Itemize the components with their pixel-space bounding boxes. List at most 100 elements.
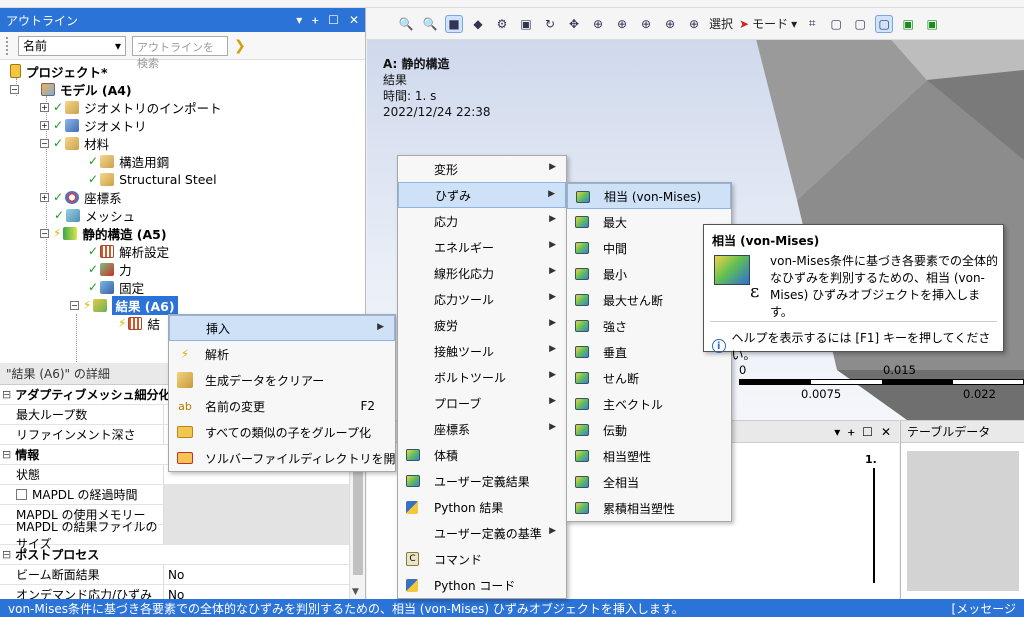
zoom-icon[interactable]: ⊕: [589, 15, 607, 33]
select-body-icon[interactable]: ■: [445, 14, 463, 33]
rotate-icon[interactable]: ↻: [541, 15, 559, 33]
magnifier-icon[interactable]: ⊕: [661, 15, 679, 33]
tooltip: 相当 (von-Mises) ε von-Mises条件に基づき各要素での全体的…: [703, 224, 1004, 362]
zoom-box-icon[interactable]: ⊕: [613, 15, 631, 33]
tree-item-static-structural[interactable]: − ⚡ 静的構造 (A5): [40, 224, 167, 242]
menu-item-deformation[interactable]: 変形 ▶: [398, 156, 566, 182]
select-vertex-icon[interactable]: ⌗: [803, 15, 821, 33]
menu-item-vector-principal[interactable]: 主ベクトル: [567, 391, 731, 417]
pin-icon[interactable]: ᚐ: [848, 425, 854, 439]
menu-item-commands[interactable]: C コマンド: [398, 546, 566, 572]
pin-icon[interactable]: ᚐ: [312, 13, 318, 27]
tree-item-solution-info[interactable]: ⚡ 結: [118, 314, 160, 332]
collapse-icon[interactable]: −: [10, 84, 19, 94]
status-message: von-Mises条件に基づき各要素での全体的なひずみを判別するための、相当 (…: [8, 601, 684, 616]
close-icon[interactable]: ✕: [349, 13, 359, 27]
menu-item-stress-tool[interactable]: 応力ツール ▶: [398, 286, 566, 312]
tree-item-force[interactable]: ✓ 力: [88, 260, 132, 278]
menu-item-linearized-stress[interactable]: 線形化応力 ▶: [398, 260, 566, 286]
layout-icon[interactable]: ▣: [517, 15, 535, 33]
details-row[interactable]: MAPDL の経過時間: [0, 485, 350, 505]
filter-select[interactable]: 名前 ▾: [18, 35, 126, 56]
collapse-icon[interactable]: −: [70, 300, 79, 310]
display-edges-icon[interactable]: ◆: [469, 15, 487, 33]
tree-item-geometry[interactable]: + ✓ ジオメトリ: [40, 116, 147, 134]
zoom-fit-icon[interactable]: ⊕: [637, 15, 655, 33]
info-icon: i: [712, 339, 726, 353]
menu-item-python-result[interactable]: Python 結果: [398, 494, 566, 520]
tree-item-analysis-settings[interactable]: ✓ 解析設定: [88, 242, 169, 260]
tree-item-materials[interactable]: − ✓ 材料: [40, 134, 109, 152]
menu-item-accumulated-equivalent-plastic[interactable]: 累積相当塑性: [567, 495, 731, 521]
menu-item-solve[interactable]: ⚡ 解析: [169, 341, 395, 367]
zoom-out-icon[interactable]: 🔍: [421, 15, 439, 33]
panel-menu-icon[interactable]: ▾: [296, 13, 302, 27]
maximize-icon[interactable]: ☐: [862, 425, 873, 439]
checkbox[interactable]: [16, 489, 27, 500]
tooltip-help: i ヘルプを表示するには [F1] キーを押してください。: [712, 329, 1003, 363]
tree-item-structural-steel[interactable]: ✓ Structural Steel: [88, 170, 217, 188]
menu-item-insert[interactable]: 挿入 ▶: [169, 315, 395, 341]
menu-item-user-defined-criteria[interactable]: ユーザー定義の基準 ▶: [398, 520, 566, 546]
tree-item-project[interactable]: プロジェクト*: [10, 62, 108, 80]
menu-item-equivalent-von-mises[interactable]: 相当 (von-Mises): [567, 183, 731, 209]
menu-item-stress[interactable]: 応力 ▶: [398, 208, 566, 234]
menu-item-bolt-tool[interactable]: ボルトツール ▶: [398, 364, 566, 390]
context-menu: 挿入 ▶ ⚡ 解析 生成データをクリアー ab 名前の変更 F2 すべての類似の…: [168, 314, 407, 472]
expand-icon[interactable]: +: [40, 192, 49, 202]
menu-item-python-code[interactable]: Python コード: [398, 572, 566, 598]
table-data-area: [907, 451, 1019, 591]
maximize-icon[interactable]: ☐: [328, 13, 339, 27]
settings-icon[interactable]: ⚙: [493, 15, 511, 33]
select-element-icon[interactable]: ▣: [899, 15, 917, 33]
menu-item-equivalent-total[interactable]: 全相当: [567, 469, 731, 495]
menu-item-contact-tool[interactable]: 接触ツール ▶: [398, 338, 566, 364]
select-edge-icon[interactable]: ▢: [827, 15, 845, 33]
menu-item-thermal[interactable]: 伝動: [567, 417, 731, 443]
tree-item-mesh[interactable]: ✓ メッシュ: [54, 206, 135, 224]
collapse-icon[interactable]: −: [40, 138, 49, 148]
expand-all-icon[interactable]: ❯: [234, 38, 246, 54]
tree-item-solution[interactable]: − ⚡ 結果 (A6): [70, 295, 178, 315]
scroll-down-icon[interactable]: ▼: [352, 587, 359, 597]
pan-icon[interactable]: ✥: [565, 15, 583, 33]
select-menu[interactable]: 選択: [709, 15, 733, 32]
menu-item-open-solver-directory[interactable]: ソルバーファイルディレクトリを開く: [169, 445, 407, 471]
select-face-icon[interactable]: ▢: [851, 15, 869, 33]
menu-item-group-similar[interactable]: すべての類似の子をグループ化: [169, 419, 395, 445]
zoom-in-icon[interactable]: 🔍: [397, 15, 415, 33]
menu-item-coordinate-system[interactable]: 座標系 ▶: [398, 416, 566, 442]
tree-item-structural-steel-ja[interactable]: ✓ 構造用鋼: [88, 152, 169, 170]
tree-item-model[interactable]: − モデル (A4): [10, 80, 132, 98]
tree-item-geometry-import[interactable]: + ✓ ジオメトリのインポート: [40, 98, 222, 116]
menu-item-equivalent-plastic[interactable]: 相当塑性: [567, 443, 731, 469]
tree-item-fixed-support[interactable]: ✓ 固定: [88, 278, 144, 296]
scrollbar-thumb[interactable]: [353, 465, 363, 575]
zoom-previous-icon[interactable]: ⊕: [685, 15, 703, 33]
outline-search-input[interactable]: アウトラインを検索: [132, 35, 228, 70]
mode-menu[interactable]: ➤ モード ▾: [739, 15, 797, 32]
menu-item-user-defined-result[interactable]: ユーザー定義結果: [398, 468, 566, 494]
project-icon: [10, 64, 21, 78]
messages-link[interactable]: [メッセージ: [952, 600, 1016, 617]
menu-item-shear[interactable]: せん断: [567, 365, 731, 391]
tree-item-coordinate-systems[interactable]: + ✓ 座標系: [40, 188, 122, 206]
collapse-icon[interactable]: −: [40, 228, 49, 238]
menu-item-strain[interactable]: ひずみ ▶: [398, 182, 566, 208]
menu-item-volume[interactable]: 体積: [398, 442, 566, 468]
menu-item-probe[interactable]: プローブ ▶: [398, 390, 566, 416]
details-row[interactable]: MAPDL の結果ファイルのサイズ: [0, 520, 350, 551]
select-body-filter-icon[interactable]: ▢: [875, 14, 894, 33]
details-row[interactable]: ビーム断面結果 No: [0, 565, 350, 585]
details-group[interactable]: ポストプロセス: [0, 545, 350, 565]
panel-menu-icon[interactable]: ▾: [834, 425, 840, 439]
expand-icon[interactable]: +: [40, 120, 49, 130]
close-icon[interactable]: ✕: [881, 425, 891, 439]
menu-item-clear-generated-data[interactable]: 生成データをクリアー: [169, 367, 395, 393]
check-icon: ✓: [88, 280, 99, 294]
menu-item-fatigue[interactable]: 疲労 ▶: [398, 312, 566, 338]
menu-item-rename[interactable]: ab 名前の変更 F2: [169, 393, 395, 419]
menu-item-energy[interactable]: エネルギー ▶: [398, 234, 566, 260]
expand-icon[interactable]: +: [40, 102, 49, 112]
select-node-icon[interactable]: ▣: [923, 15, 941, 33]
